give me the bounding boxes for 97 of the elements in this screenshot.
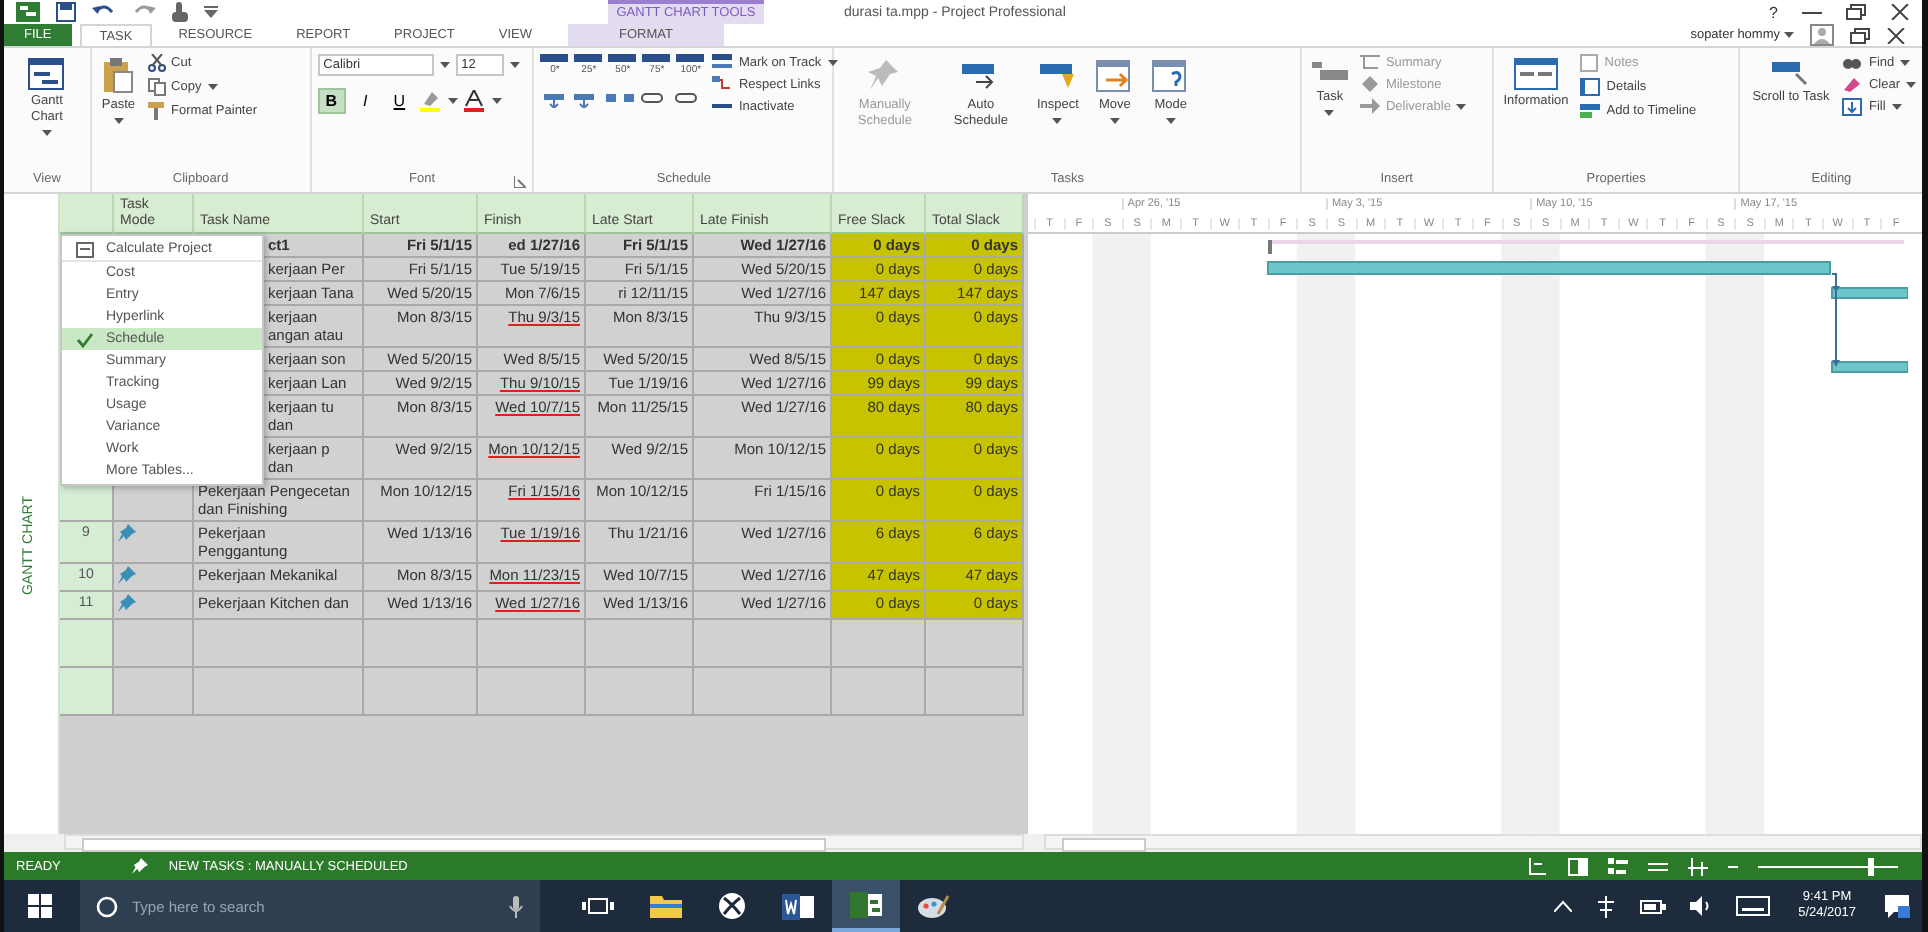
caret-icon[interactable] (447, 98, 458, 104)
pin-icon (118, 566, 136, 585)
diamond-icon (1359, 76, 1380, 92)
arrow-icon (1359, 98, 1380, 114)
table-cell (114, 668, 194, 717)
gantt-chart-icon (28, 58, 65, 90)
dialog-launcher-icon[interactable] (514, 176, 527, 189)
summary-task-icon (1359, 54, 1380, 70)
window-question-icon (1150, 58, 1191, 94)
note-icon (1580, 54, 1599, 72)
table-cell (694, 668, 832, 717)
network-icon[interactable] (1596, 895, 1617, 917)
zoom-slider-thumb[interactable] (1867, 857, 1874, 876)
close-icon[interactable] (1890, 4, 1910, 20)
eraser-icon (1842, 76, 1863, 92)
timeline-icon (1580, 102, 1601, 120)
caret-icon[interactable] (1900, 59, 1911, 65)
save-icon[interactable] (56, 2, 76, 22)
pushpin-icon (866, 58, 903, 94)
xbox-icon[interactable] (718, 892, 746, 920)
word-icon[interactable] (782, 893, 814, 919)
link-icon (712, 76, 733, 92)
microphone-icon[interactable] (508, 895, 524, 917)
caret-icon[interactable] (1109, 118, 1120, 124)
task-scroll-icon (1772, 58, 1809, 86)
horizontal-scrollbar[interactable] (1044, 834, 1922, 851)
copy-icon (147, 78, 166, 96)
task-bar-icon (712, 54, 733, 70)
table-cell (694, 620, 832, 669)
table-cell (364, 620, 478, 669)
pin-icon (118, 594, 136, 613)
link-tasks-icon[interactable] (640, 88, 701, 108)
help-button[interactable]: ? (1769, 3, 1778, 21)
caret-icon[interactable] (827, 59, 838, 65)
pin-icon (118, 524, 136, 543)
caret-icon[interactable] (439, 62, 450, 68)
keyboard-icon[interactable] (1736, 896, 1771, 916)
paint-palette-icon[interactable] (918, 893, 950, 919)
split-window-icon (1580, 78, 1601, 96)
task-bar[interactable] (1267, 261, 1831, 276)
caret-icon[interactable] (1891, 104, 1902, 110)
close-icon[interactable] (1886, 27, 1906, 43)
gantt-view-icon[interactable] (1528, 857, 1548, 876)
bold-button[interactable]: B (317, 88, 346, 114)
caret-icon[interactable] (491, 98, 502, 104)
task-view-icon[interactable] (582, 894, 614, 918)
taskbar-active-app[interactable] (832, 880, 900, 932)
resource-sheet-icon[interactable] (1648, 857, 1668, 876)
caret-icon[interactable] (1906, 81, 1917, 87)
customize-caret-icon[interactable] (204, 6, 218, 18)
select-all-cell[interactable] (60, 194, 114, 235)
table-cell (586, 668, 694, 717)
start-icon[interactable] (28, 894, 52, 918)
caret-icon[interactable] (113, 118, 124, 124)
table-cell (478, 668, 586, 717)
calculate-icon (75, 241, 93, 258)
checkmark-icon (75, 331, 93, 348)
fill-down-icon (1842, 98, 1863, 116)
caret-icon[interactable] (1456, 103, 1467, 109)
link-arrow (1831, 273, 1840, 368)
touch-mode-icon[interactable] (172, 2, 188, 22)
horizontal-scrollbar[interactable] (64, 834, 1025, 851)
caret-icon[interactable] (1784, 32, 1794, 38)
table-cell (832, 668, 926, 717)
table-cell (586, 620, 694, 669)
pin-icon (132, 858, 149, 875)
task-bars-icon (1311, 58, 1348, 86)
report-icon[interactable] (1688, 857, 1708, 876)
caret-icon[interactable] (1052, 118, 1063, 124)
paintbrush-icon (147, 102, 166, 120)
task-bar[interactable] (1831, 287, 1908, 300)
form-icon (1514, 58, 1558, 90)
battery-icon[interactable] (1640, 897, 1667, 915)
caret-icon[interactable] (41, 130, 52, 136)
folder-icon[interactable] (650, 894, 682, 918)
italic-button[interactable]: I (351, 88, 380, 114)
notifications-icon[interactable] (1884, 894, 1910, 918)
table-cell (364, 668, 478, 717)
caret-icon[interactable] (1324, 110, 1335, 116)
project-app-icon[interactable] (850, 891, 882, 917)
scissors-icon (147, 54, 166, 72)
volume-icon[interactable] (1690, 896, 1713, 916)
clipboard-icon (102, 58, 135, 94)
caret-icon[interactable] (509, 62, 520, 68)
team-planner-icon[interactable] (1608, 857, 1628, 876)
search-icon[interactable] (96, 895, 118, 917)
caret-icon[interactable] (1165, 118, 1176, 124)
table-cell (832, 620, 926, 669)
table-cell (478, 620, 586, 669)
split-task-icon[interactable] (606, 88, 635, 108)
task-bar[interactable] (1831, 361, 1908, 374)
caret-icon[interactable] (207, 84, 218, 90)
task-usage-icon[interactable] (1568, 857, 1588, 876)
chevron-up-icon[interactable] (1554, 900, 1573, 912)
font-color-icon[interactable] (463, 90, 486, 112)
binoculars-icon (1842, 54, 1863, 70)
underline-button[interactable]: U (385, 88, 414, 114)
